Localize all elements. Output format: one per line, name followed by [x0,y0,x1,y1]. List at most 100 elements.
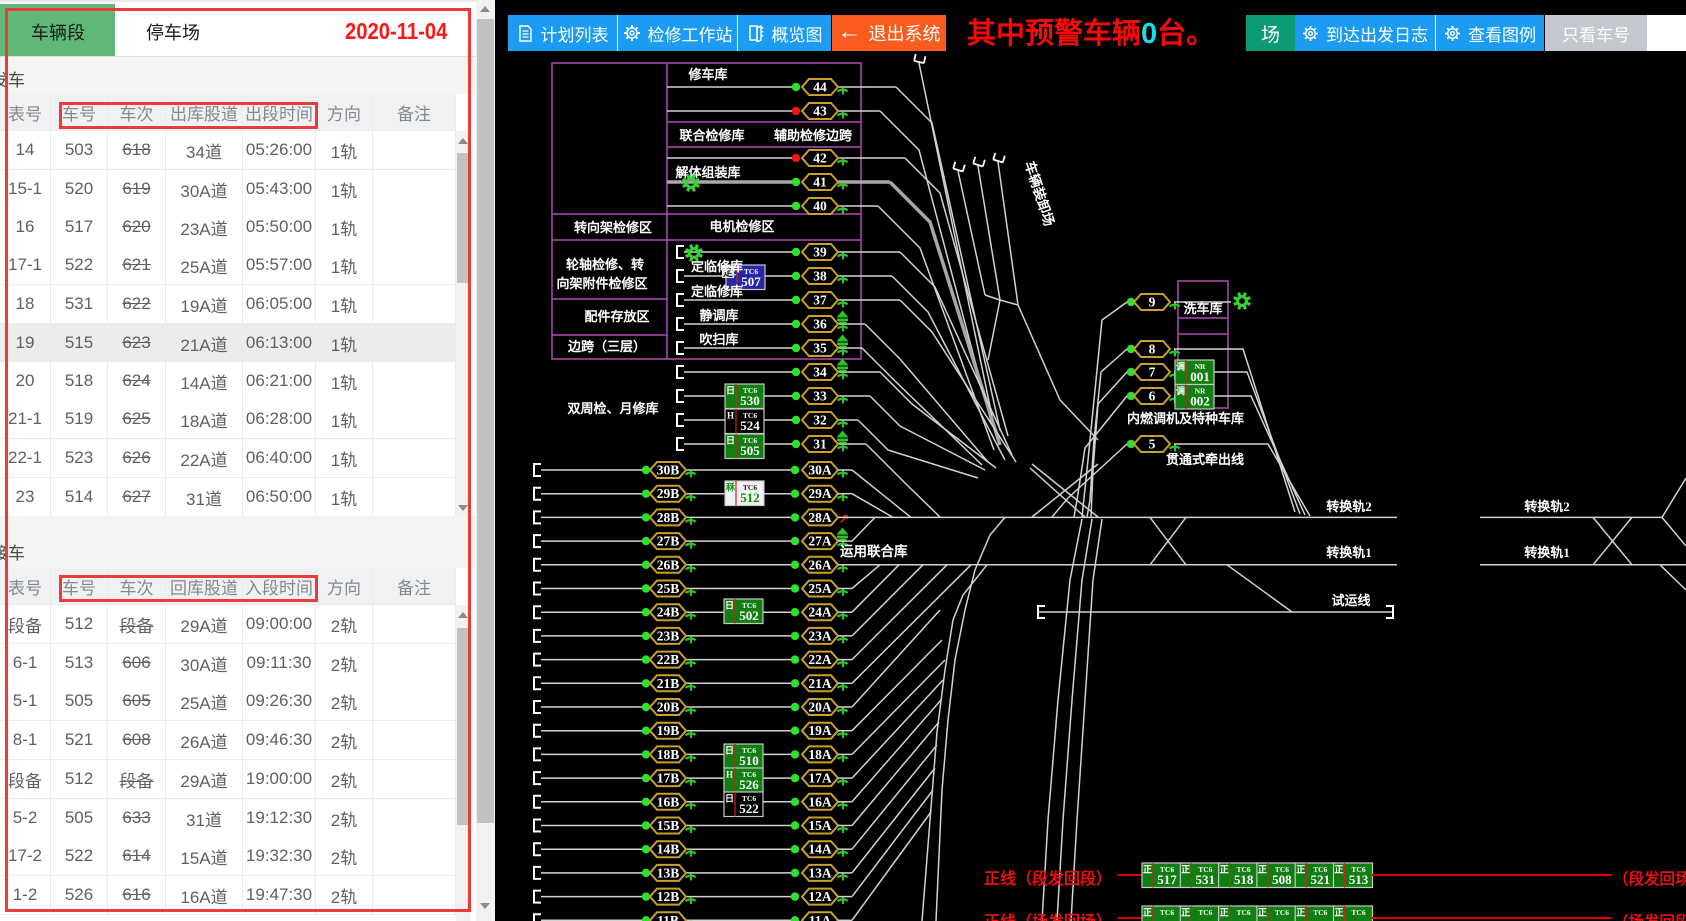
svg-text:正线（场发回场）: 正线（场发回场） [984,912,1112,921]
svg-text:16A: 16A [808,794,832,809]
svg-text:508: 508 [1272,872,1292,887]
svg-text:13A: 13A [808,865,832,880]
svg-text:边跨（三层）: 边跨（三层） [567,339,646,354]
svg-text:正: 正 [1143,865,1152,875]
svg-text:37: 37 [813,293,827,308]
svg-text:40: 40 [813,199,827,214]
svg-text:TC6: TC6 [1160,908,1174,917]
svg-text:正: 正 [1220,865,1229,875]
svg-text:002: 002 [1190,394,1210,409]
svg-text:正: 正 [1296,865,1305,875]
svg-text:静调库: 静调库 [699,308,738,323]
svg-text:日: 日 [725,794,734,804]
svg-text:12A: 12A [808,889,832,904]
svg-text:TC6: TC6 [1275,908,1289,917]
svg-text:辅助检修边跨: 辅助检修边跨 [774,128,853,143]
svg-text:日: 日 [725,601,734,611]
svg-text:轮轴检修、转: 轮轴检修、转 [566,257,644,272]
svg-text:TC6: TC6 [1313,908,1327,917]
svg-text:联合检修库: 联合检修库 [679,128,744,143]
svg-text:517: 517 [1157,872,1177,887]
svg-text:正: 正 [1181,908,1190,918]
svg-text:7: 7 [1149,365,1156,380]
svg-text:34: 34 [813,365,827,380]
svg-text:22B: 22B [657,652,680,667]
svg-text:524: 524 [740,418,760,433]
svg-text:车辆装卸场: 车辆装卸场 [1022,159,1058,228]
svg-text:22A: 22A [808,652,832,667]
svg-text:505: 505 [740,443,760,458]
svg-text:6: 6 [1149,389,1156,404]
svg-text:41: 41 [813,175,827,190]
svg-text:8: 8 [1149,342,1156,357]
svg-text:39: 39 [813,245,827,260]
svg-text:调: 调 [1176,385,1185,396]
svg-text:20B: 20B [657,700,680,715]
svg-text:11A: 11A [809,913,832,921]
svg-text:12B: 12B [657,889,680,904]
svg-text:17B: 17B [657,771,680,786]
svg-text:502: 502 [739,608,759,623]
svg-text:18A: 18A [808,747,832,762]
svg-text:13B: 13B [657,865,680,880]
svg-text:26A: 26A [808,557,832,572]
svg-text:27B: 27B [657,534,680,549]
svg-text:30B: 30B [657,463,680,478]
svg-text:18B: 18B [657,747,680,762]
svg-text:33: 33 [813,389,827,404]
svg-text:510: 510 [739,753,759,768]
svg-text:32: 32 [813,413,827,428]
svg-text:正: 正 [1334,908,1343,918]
svg-text:正: 正 [1181,865,1190,875]
svg-text:TC6: TC6 [1351,908,1365,917]
svg-text:17A: 17A [808,771,832,786]
svg-text:正: 正 [1220,908,1229,918]
svg-text:双周检、月修库: 双周检、月修库 [567,401,658,416]
svg-text:（场发回段: （场发回段 [1613,912,1686,921]
svg-text:29A: 29A [808,486,832,501]
svg-text:19B: 19B [657,723,680,738]
svg-text:定临修库: 定临修库 [690,284,743,299]
svg-text:正线（段发回段）: 正线（段发回段） [984,869,1112,888]
svg-text:正: 正 [1334,865,1343,875]
svg-text:23A: 23A [808,628,832,643]
svg-text:29B: 29B [657,486,680,501]
svg-text:14A: 14A [808,842,832,857]
svg-text:转换轨1: 转换轨1 [1524,545,1570,560]
svg-text:24A: 24A [808,605,832,620]
svg-text:秝: 秝 [726,482,736,493]
svg-text:正: 正 [1143,908,1152,918]
svg-text:内燃调机及特种车库: 内燃调机及特种车库 [1127,411,1244,426]
svg-text:转换轨1: 转换轨1 [1326,545,1372,560]
svg-text:21A: 21A [808,676,832,691]
svg-text:38: 38 [813,269,827,284]
svg-text:转换轨2: 转换轨2 [1326,499,1372,514]
svg-text:吹扫库: 吹扫库 [699,332,738,347]
svg-text:44: 44 [813,80,827,95]
svg-text:42: 42 [813,151,827,166]
svg-text:电机检修区: 电机检修区 [709,219,774,234]
svg-text:洗车库: 洗车库 [1183,301,1222,316]
svg-text:530: 530 [740,393,760,408]
svg-text:507: 507 [741,274,761,289]
svg-text:解体组装库: 解体组装库 [674,165,740,180]
svg-text:28A: 28A [808,510,832,525]
svg-text:5: 5 [1149,437,1156,452]
svg-text:531: 531 [1196,872,1216,887]
svg-text:H: H [727,411,734,421]
svg-text:23B: 23B [657,628,680,643]
svg-text:修车库: 修车库 [687,67,727,82]
svg-text:518: 518 [1234,872,1254,887]
svg-text:16B: 16B [657,794,680,809]
svg-text:正: 正 [1258,908,1267,918]
svg-text:30A: 30A [808,463,832,478]
svg-text:TC6: TC6 [1198,908,1212,917]
svg-text:15A: 15A [808,818,832,833]
svg-text:贯通式牵出线: 贯通式牵出线 [1166,452,1244,467]
svg-text:20A: 20A [808,700,832,715]
svg-text:28B: 28B [657,510,680,525]
svg-text:H: H [726,770,733,780]
svg-text:TC6: TC6 [1237,908,1251,917]
svg-text:15B: 15B [657,818,680,833]
svg-text:日: 日 [725,746,734,756]
